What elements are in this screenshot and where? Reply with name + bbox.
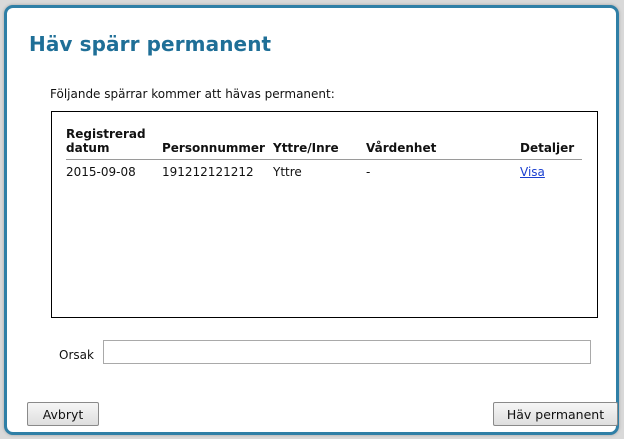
dialog: Häv spärr permanent Följande spärrar kom… bbox=[4, 5, 619, 435]
header-registrerad-datum-label: Registrerad datum bbox=[66, 127, 146, 155]
header-vardenhet: Vårdenhet bbox=[366, 127, 520, 160]
header-personnummer: Personnummer bbox=[162, 127, 273, 160]
visa-link[interactable]: Visa bbox=[520, 165, 545, 179]
blocks-table-container: Registrerad datum Personnummer Yttre/Inr… bbox=[51, 111, 598, 318]
cell-vardenhet: - bbox=[366, 165, 371, 179]
header-registrerad-datum: Registrerad datum bbox=[66, 127, 162, 160]
cell-yttre-inre: Yttre bbox=[273, 165, 302, 179]
confirm-permanent-button[interactable]: Häv permanent bbox=[493, 402, 618, 426]
cell-date: 2015-09-08 bbox=[66, 165, 136, 179]
reason-input[interactable] bbox=[103, 340, 591, 364]
blocks-table: Registrerad datum Personnummer Yttre/Inr… bbox=[66, 127, 582, 179]
cancel-button[interactable]: Avbryt bbox=[27, 402, 99, 426]
header-detaljer: Detaljer bbox=[520, 127, 582, 160]
cell-personnummer: 191212121212 bbox=[162, 165, 254, 179]
intro-text: Följande spärrar kommer att hävas perman… bbox=[50, 87, 335, 101]
cell-detaljer: Visa bbox=[520, 160, 582, 179]
table-row: 2015-09-08 191212121212 Yttre - Visa bbox=[66, 160, 582, 179]
header-yttre-inre: Yttre/Inre bbox=[273, 127, 366, 160]
dialog-title: Häv spärr permanent bbox=[29, 32, 272, 56]
reason-label: Orsak bbox=[59, 348, 94, 362]
table-header-row: Registrerad datum Personnummer Yttre/Inr… bbox=[66, 127, 582, 160]
